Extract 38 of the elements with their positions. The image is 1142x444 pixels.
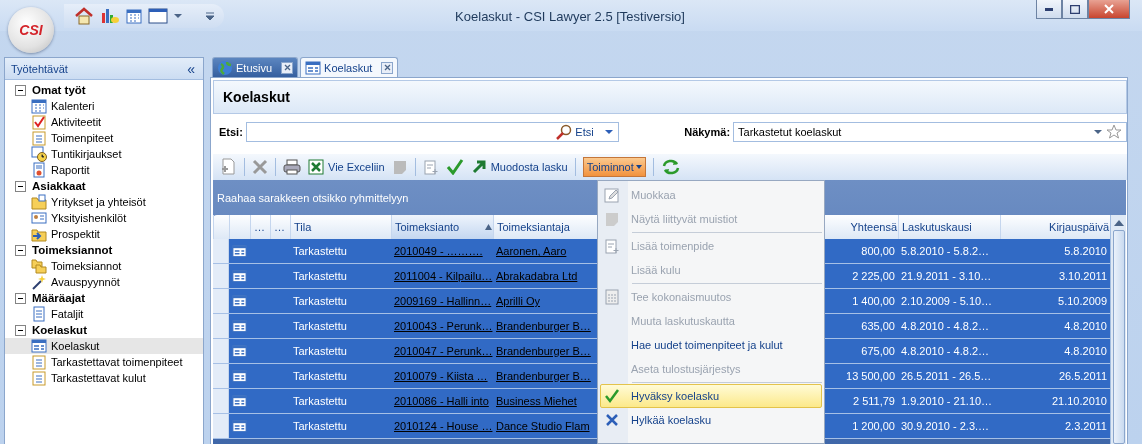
table-cell: 4.8.2010 <box>1064 345 1107 357</box>
table-cell: 4.8.2010 - 4.8.2… <box>901 345 990 357</box>
table-cell: Tarkastettu <box>293 370 347 382</box>
table-cell: 2.3.2011 <box>1065 420 1107 432</box>
table-cell: 30.9.2010 - 2.3.… <box>901 420 990 432</box>
table-cell: 26.5.2011 <box>1058 370 1107 382</box>
table-cell: 4.8.2010 <box>1064 320 1107 332</box>
table-cell: Tarkastettu <box>293 420 347 432</box>
table-cell: Tarkastettu <box>293 345 347 357</box>
table-cell: Tarkastettu <box>293 295 347 307</box>
search-label: Etsi: <box>219 126 243 138</box>
table-cell: 1 400,00 <box>852 295 895 307</box>
view-label: Näkymä: <box>684 126 731 138</box>
table-cell: 3.10.2011 <box>1058 270 1107 282</box>
table-cell: 2 511,79 <box>853 395 895 407</box>
table-cell: 800,00 <box>861 245 895 257</box>
table-cell: 2 225,00 <box>852 270 895 282</box>
table-cell: Tarkastettu <box>293 270 347 282</box>
table-cell: 26.5.2011 - 26.5… <box>901 370 992 382</box>
sidebar-title: Työtehtävät <box>11 62 68 75</box>
group-by-hint: Raahaa sarakkeen otsikko ryhmittelyyn <box>217 191 409 204</box>
table-cell: 4.8.2010 - 4.8.2… <box>901 320 990 332</box>
table-cell: 21.9.2011 - 3.10… <box>901 270 992 282</box>
table-cell: 2.10.2009 - 5.10… <box>901 295 993 307</box>
table-cell: 5.10.2009 <box>1058 295 1107 307</box>
table-cell: 635,00 <box>861 320 895 332</box>
table-cell: 1.9.2010 - 21.10… <box>901 395 993 407</box>
table-cell: 13 500,00 <box>846 370 895 382</box>
table-cell: Tarkastettu <box>293 320 347 332</box>
table-cell: Tarkastettu <box>293 245 347 257</box>
page-title: Koelaskut <box>223 89 290 105</box>
table-cell: 5.8.2010 - 5.8.2… <box>901 245 990 257</box>
window-title: Koelaskut - CSI Lawyer 2.5 [Testiversio] <box>454 9 686 24</box>
table-cell: 675,00 <box>861 345 895 357</box>
table-cell: Tarkastettu <box>293 395 347 407</box>
table-cell: 5.8.2010 <box>1064 245 1107 257</box>
table-cell: 21.10.2010 <box>1051 395 1107 407</box>
table-cell: 1 200,00 <box>852 420 895 432</box>
